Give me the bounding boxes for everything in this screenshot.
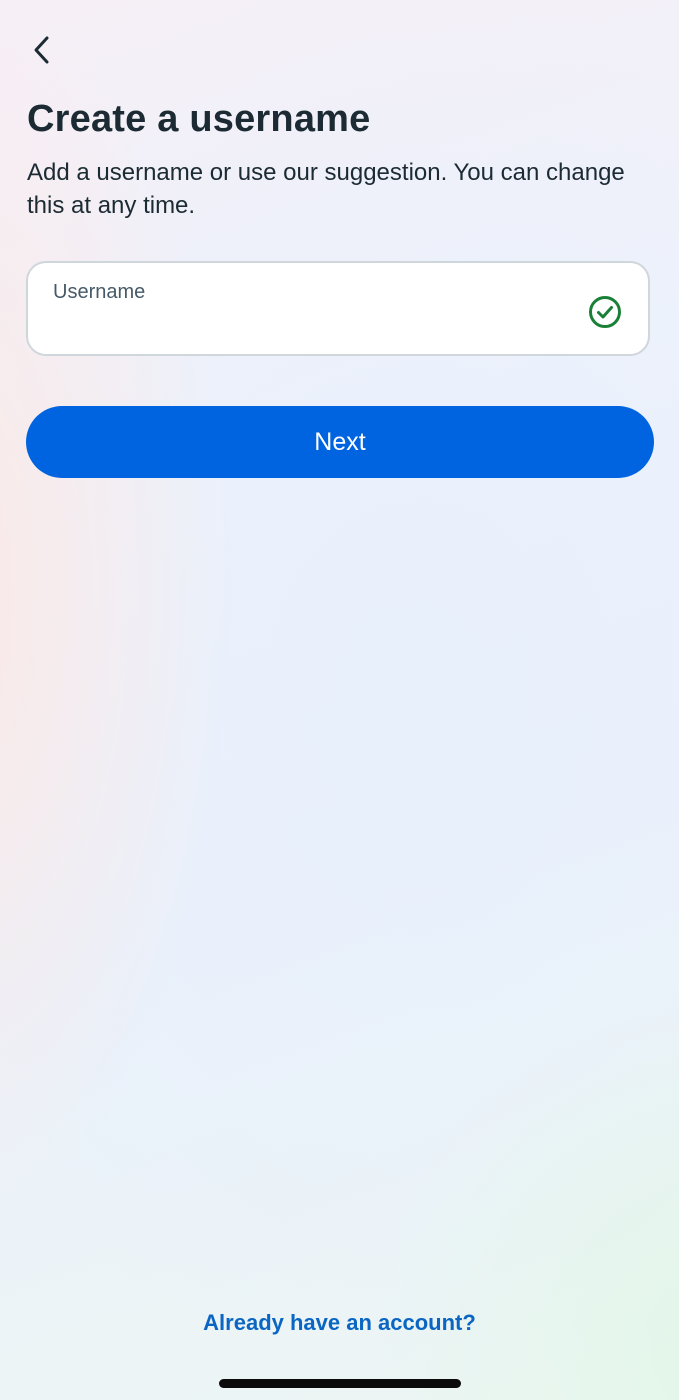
create-username-screen: Create a username Add a username or use … <box>0 0 679 1400</box>
username-input[interactable] <box>53 311 573 341</box>
page-title: Create a username <box>27 98 371 140</box>
check-circle-icon <box>589 296 621 328</box>
page-subtitle: Add a username or use our suggestion. Yo… <box>27 159 625 219</box>
back-button[interactable] <box>22 28 62 72</box>
next-button[interactable]: Next <box>26 406 654 478</box>
username-label: Username <box>53 281 146 303</box>
already-have-account-link[interactable]: Already have an account? <box>0 1310 679 1336</box>
username-field[interactable]: Username <box>26 261 650 356</box>
chevron-left-icon <box>34 36 49 64</box>
home-indicator <box>219 1379 461 1388</box>
